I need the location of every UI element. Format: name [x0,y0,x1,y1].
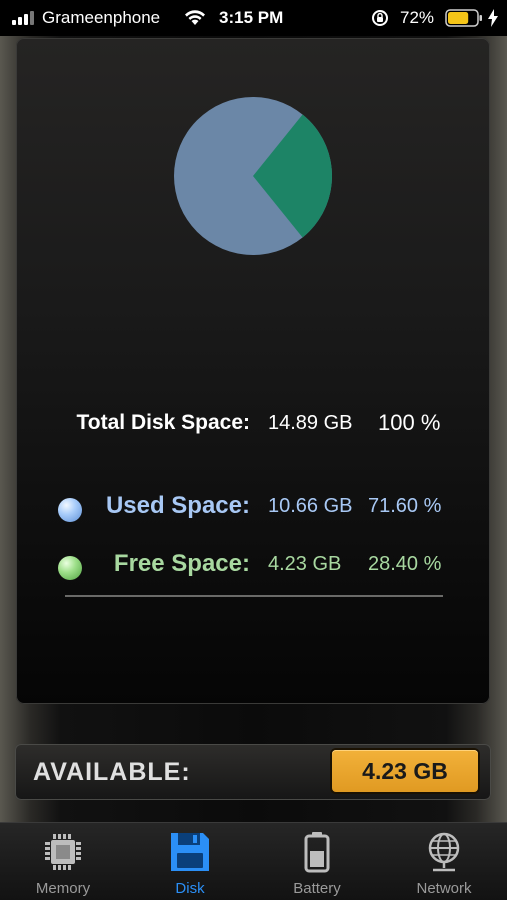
carrier-name: Grameenphone [42,8,161,27]
free-space-value: 4.23 GB [268,553,342,575]
available-value-badge: 4.23 GB [332,750,478,792]
tab-disk-label: Disk [175,880,205,897]
globe-network-icon [428,832,460,872]
used-space-percent: 71.60 % [368,495,442,517]
available-label: AVAILABLE: [33,758,191,786]
free-space-label: Free Space: [113,550,250,577]
tab-network[interactable]: Network [381,823,507,900]
free-space-percent: 28.40 % [368,553,442,575]
charging-bolt-icon [488,9,498,27]
total-disk-label: Total Disk Space: [76,411,251,434]
available-bar: AVAILABLE: 4.23 GB [15,744,491,800]
tab-network-label: Network [416,880,472,897]
total-disk-row: Total Disk Space: 14.89 GB 100 % [16,408,490,444]
disk-usage-pie [174,97,333,255]
used-legend-dot [58,498,82,522]
signal-icon [12,11,34,25]
used-space-label: Used Space: [105,492,250,519]
tab-battery[interactable]: Battery [254,823,380,900]
used-space-row: Used Space: 10.66 GB 71.60 % [16,490,490,526]
disk-panel: Total Disk Space: 14.89 GB 100 % Used Sp… [16,38,490,704]
wifi-icon [185,10,205,25]
tab-battery-label: Battery [293,880,341,897]
used-space-value: 10.66 GB [268,495,353,517]
tab-memory-label: Memory [35,880,91,897]
orientation-lock-icon [372,10,388,26]
battery-icon [445,9,482,27]
floppy-disk-icon [171,833,209,871]
total-disk-value: 14.89 GB [268,412,353,434]
tab-bar: Memory Disk Battery Network [0,822,507,900]
status-time: 3:15 PM [219,8,284,27]
status-bar: Grameenphone 3:15 PM 72% [0,0,507,36]
battery-tab-icon [304,832,330,873]
app-screen: Grameenphone 3:15 PM 72% Total Disk Spac… [0,0,507,900]
divider-line [65,595,443,597]
tab-memory[interactable]: Memory [0,823,126,900]
free-legend-dot [58,556,82,580]
total-disk-percent: 100 % [378,410,441,435]
free-space-row: Free Space: 4.23 GB 28.40 % [16,548,490,584]
tab-disk[interactable]: Disk [127,823,253,900]
battery-percent: 72% [400,8,435,27]
chip-icon [45,834,81,870]
